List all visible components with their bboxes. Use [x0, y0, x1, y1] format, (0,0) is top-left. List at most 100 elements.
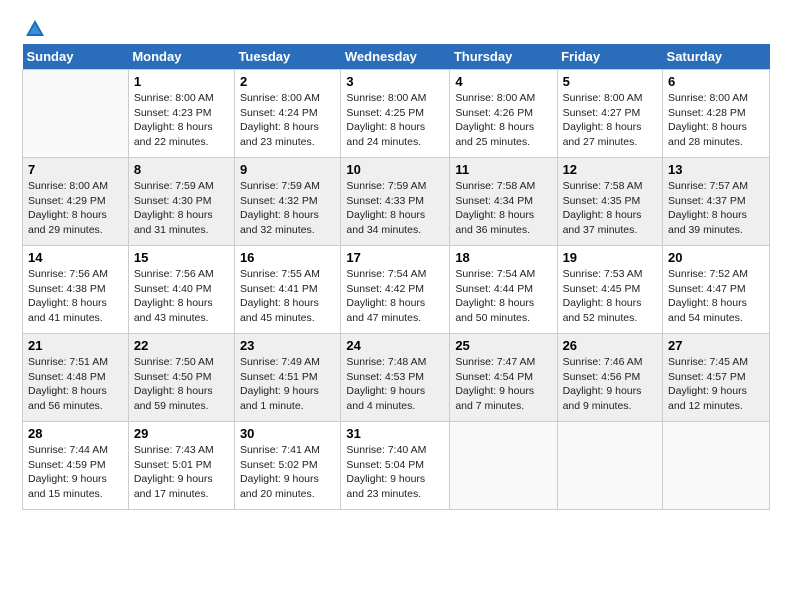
- day-header-monday: Monday: [128, 44, 234, 70]
- day-info: Sunrise: 7:53 AMSunset: 4:45 PMDaylight:…: [563, 267, 657, 326]
- calendar-cell: 8 Sunrise: 7:59 AMSunset: 4:30 PMDaylight…: [128, 158, 234, 246]
- day-info: Sunrise: 7:54 AMSunset: 4:42 PMDaylight:…: [346, 267, 444, 326]
- day-info: Sunrise: 7:59 AMSunset: 4:30 PMDaylight:…: [134, 179, 229, 238]
- day-header-thursday: Thursday: [450, 44, 557, 70]
- day-number: 30: [240, 426, 335, 441]
- header: [22, 18, 770, 34]
- day-number: 12: [563, 162, 657, 177]
- day-info: Sunrise: 7:51 AMSunset: 4:48 PMDaylight:…: [28, 355, 123, 414]
- calendar-cell: 30 Sunrise: 7:41 AMSunset: 5:02 PMDayligh…: [234, 422, 340, 510]
- calendar-cell: [450, 422, 557, 510]
- day-info: Sunrise: 7:45 AMSunset: 4:57 PMDaylight:…: [668, 355, 764, 414]
- calendar-cell: 14 Sunrise: 7:56 AMSunset: 4:38 PMDayligh…: [23, 246, 129, 334]
- day-header-tuesday: Tuesday: [234, 44, 340, 70]
- day-number: 26: [563, 338, 657, 353]
- day-info: Sunrise: 7:48 AMSunset: 4:53 PMDaylight:…: [346, 355, 444, 414]
- calendar-cell: 28Sunrise: 7:44 AMSunset: 4:59 PMDayligh…: [23, 422, 129, 510]
- day-number: 18: [455, 250, 551, 265]
- calendar-cell: 9Sunrise: 7:59 AMSunset: 4:32 PMDaylight…: [234, 158, 340, 246]
- day-number: 27: [668, 338, 764, 353]
- day-number: 16: [240, 250, 335, 265]
- calendar-week-2: 7 Sunrise: 8:00 AMSunset: 4:29 PMDaylight…: [23, 158, 770, 246]
- calendar-week-3: 14 Sunrise: 7:56 AMSunset: 4:38 PMDayligh…: [23, 246, 770, 334]
- calendar-cell: 22Sunrise: 7:50 AMSunset: 4:50 PMDayligh…: [128, 334, 234, 422]
- day-number: 9: [240, 162, 335, 177]
- day-number: 25: [455, 338, 551, 353]
- day-info: Sunrise: 7:56 AMSunset: 4:38 PMDaylight:…: [28, 267, 123, 326]
- day-info: Sunrise: 7:58 AMSunset: 4:34 PMDaylight:…: [455, 179, 551, 238]
- day-number: 5: [563, 74, 657, 89]
- day-number: 13: [668, 162, 764, 177]
- calendar-cell: 1 Sunrise: 8:00 AMSunset: 4:23 PMDaylight…: [128, 70, 234, 158]
- day-info: Sunrise: 7:52 AMSunset: 4:47 PMDaylight:…: [668, 267, 764, 326]
- day-number: 11: [455, 162, 551, 177]
- calendar-cell: 31 Sunrise: 7:40 AMSunset: 5:04 PMDayligh…: [341, 422, 450, 510]
- day-info: Sunrise: 8:00 AMSunset: 4:25 PMDaylight:…: [346, 91, 444, 150]
- calendar-cell: 18Sunrise: 7:54 AMSunset: 4:44 PMDayligh…: [450, 246, 557, 334]
- calendar-cell: 17Sunrise: 7:54 AMSunset: 4:42 PMDayligh…: [341, 246, 450, 334]
- day-header-sunday: Sunday: [23, 44, 129, 70]
- calendar-week-1: 1 Sunrise: 8:00 AMSunset: 4:23 PMDaylight…: [23, 70, 770, 158]
- day-number: 8: [134, 162, 229, 177]
- calendar-cell: 27 Sunrise: 7:45 AMSunset: 4:57 PMDayligh…: [663, 334, 770, 422]
- day-info: Sunrise: 8:00 AMSunset: 4:24 PMDaylight:…: [240, 91, 335, 150]
- day-number: 23: [240, 338, 335, 353]
- calendar-cell: 4Sunrise: 8:00 AMSunset: 4:26 PMDaylight…: [450, 70, 557, 158]
- day-header-friday: Friday: [557, 44, 662, 70]
- day-number: 21: [28, 338, 123, 353]
- calendar-cell: 23 Sunrise: 7:49 AMSunset: 4:51 PMDayligh…: [234, 334, 340, 422]
- day-number: 14: [28, 250, 123, 265]
- calendar-cell: 11 Sunrise: 7:58 AMSunset: 4:34 PMDayligh…: [450, 158, 557, 246]
- day-info: Sunrise: 7:49 AMSunset: 4:51 PMDaylight:…: [240, 355, 335, 414]
- day-info: Sunrise: 8:00 AMSunset: 4:26 PMDaylight:…: [455, 91, 551, 150]
- calendar-cell: 12 Sunrise: 7:58 AMSunset: 4:35 PMDayligh…: [557, 158, 662, 246]
- calendar-cell: 21 Sunrise: 7:51 AMSunset: 4:48 PMDayligh…: [23, 334, 129, 422]
- calendar-week-4: 21 Sunrise: 7:51 AMSunset: 4:48 PMDayligh…: [23, 334, 770, 422]
- day-info: Sunrise: 8:00 AMSunset: 4:23 PMDaylight:…: [134, 91, 229, 150]
- day-number: 22: [134, 338, 229, 353]
- calendar-header-row: SundayMondayTuesdayWednesdayThursdayFrid…: [23, 44, 770, 70]
- calendar-cell: 2 Sunrise: 8:00 AMSunset: 4:24 PMDaylight…: [234, 70, 340, 158]
- day-number: 10: [346, 162, 444, 177]
- day-info: Sunrise: 7:46 AMSunset: 4:56 PMDaylight:…: [563, 355, 657, 414]
- calendar-cell: 20 Sunrise: 7:52 AMSunset: 4:47 PMDayligh…: [663, 246, 770, 334]
- day-number: 7: [28, 162, 123, 177]
- day-info: Sunrise: 8:00 AMSunset: 4:27 PMDaylight:…: [563, 91, 657, 150]
- calendar-cell: 29Sunrise: 7:43 AMSunset: 5:01 PMDayligh…: [128, 422, 234, 510]
- day-info: Sunrise: 7:41 AMSunset: 5:02 PMDaylight:…: [240, 443, 335, 502]
- day-info: Sunrise: 8:00 AMSunset: 4:28 PMDaylight:…: [668, 91, 764, 150]
- day-info: Sunrise: 7:59 AMSunset: 4:33 PMDaylight:…: [346, 179, 444, 238]
- calendar-cell: 16Sunrise: 7:55 AMSunset: 4:41 PMDayligh…: [234, 246, 340, 334]
- day-info: Sunrise: 7:43 AMSunset: 5:01 PMDaylight:…: [134, 443, 229, 502]
- day-number: 15: [134, 250, 229, 265]
- day-number: 19: [563, 250, 657, 265]
- day-number: 28: [28, 426, 123, 441]
- day-number: 2: [240, 74, 335, 89]
- calendar-week-5: 28Sunrise: 7:44 AMSunset: 4:59 PMDayligh…: [23, 422, 770, 510]
- page: SundayMondayTuesdayWednesdayThursdayFrid…: [0, 0, 792, 520]
- day-info: Sunrise: 7:40 AMSunset: 5:04 PMDaylight:…: [346, 443, 444, 502]
- calendar-cell: 26 Sunrise: 7:46 AMSunset: 4:56 PMDayligh…: [557, 334, 662, 422]
- day-number: 24: [346, 338, 444, 353]
- logo: [22, 18, 46, 34]
- day-info: Sunrise: 7:57 AMSunset: 4:37 PMDaylight:…: [668, 179, 764, 238]
- calendar-cell: 10 Sunrise: 7:59 AMSunset: 4:33 PMDayligh…: [341, 158, 450, 246]
- day-info: Sunrise: 7:58 AMSunset: 4:35 PMDaylight:…: [563, 179, 657, 238]
- day-number: 1: [134, 74, 229, 89]
- calendar-cell: 25Sunrise: 7:47 AMSunset: 4:54 PMDayligh…: [450, 334, 557, 422]
- calendar-cell: [23, 70, 129, 158]
- day-number: 20: [668, 250, 764, 265]
- day-info: Sunrise: 8:00 AMSunset: 4:29 PMDaylight:…: [28, 179, 123, 238]
- day-header-wednesday: Wednesday: [341, 44, 450, 70]
- calendar-cell: 19 Sunrise: 7:53 AMSunset: 4:45 PMDayligh…: [557, 246, 662, 334]
- day-number: 31: [346, 426, 444, 441]
- day-header-saturday: Saturday: [663, 44, 770, 70]
- calendar-cell: 15 Sunrise: 7:56 AMSunset: 4:40 PMDayligh…: [128, 246, 234, 334]
- calendar-cell: 24 Sunrise: 7:48 AMSunset: 4:53 PMDayligh…: [341, 334, 450, 422]
- day-number: 6: [668, 74, 764, 89]
- day-info: Sunrise: 7:56 AMSunset: 4:40 PMDaylight:…: [134, 267, 229, 326]
- calendar-cell: 3Sunrise: 8:00 AMSunset: 4:25 PMDaylight…: [341, 70, 450, 158]
- calendar-cell: [557, 422, 662, 510]
- calendar-cell: [663, 422, 770, 510]
- logo-icon: [24, 18, 46, 40]
